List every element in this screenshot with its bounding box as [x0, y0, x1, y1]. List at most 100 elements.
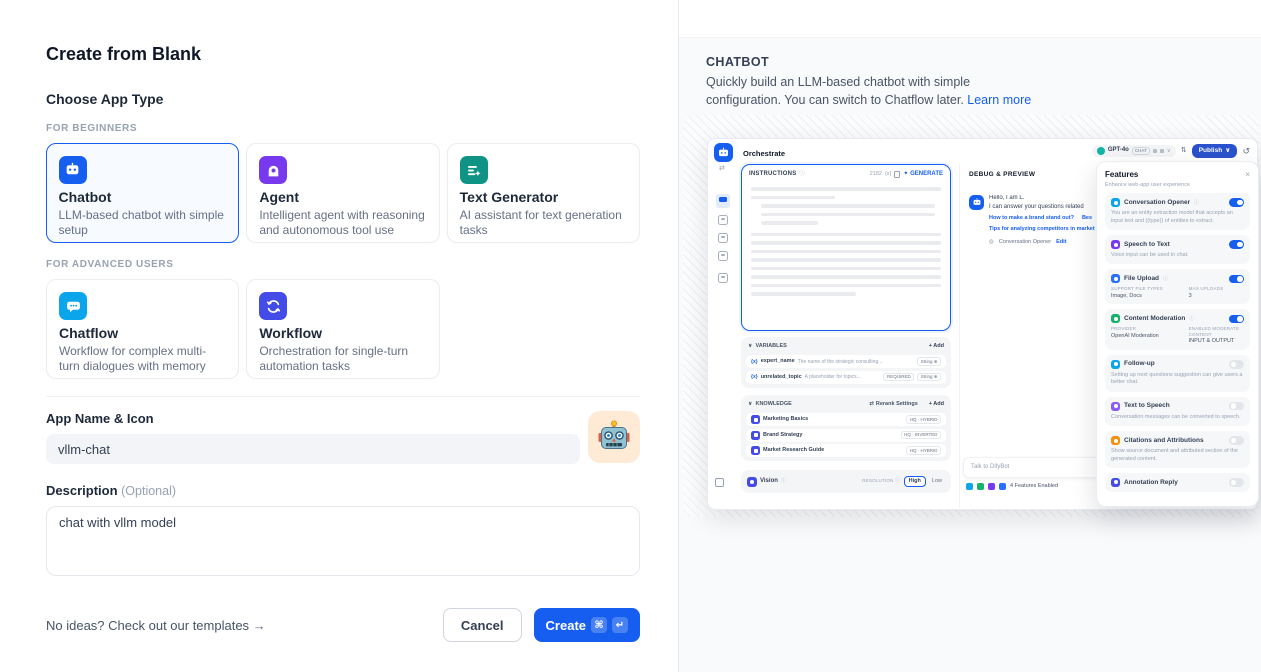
- info-icon: ⓘ: [799, 171, 805, 178]
- chatflow-icon: [59, 292, 87, 320]
- app-type-card-text-generator[interactable]: Text Generator AI assistant for text gen…: [447, 143, 640, 243]
- feature-content-moderation: Content Moderation ⓘ PROVIDEROpenAI Mode…: [1105, 309, 1250, 349]
- info-icon: ⓘ: [895, 478, 901, 484]
- panel-description: Quickly build an LLM-based chatbot with …: [706, 73, 1041, 109]
- app-name-input[interactable]: [46, 434, 580, 464]
- collapse-icon: [715, 478, 724, 487]
- rerank-icon: ⇄: [869, 401, 874, 408]
- toggle: [1229, 275, 1244, 284]
- sidebar-icon: [718, 233, 728, 243]
- chatbot-icon: [59, 156, 87, 184]
- feature-annotation-reply: Annotation Reply: [1105, 473, 1250, 492]
- card-desc: Intelligent agent with reasoning and aut…: [259, 208, 426, 238]
- model-capability-icon: [1153, 149, 1157, 153]
- document-icon: [751, 415, 760, 424]
- rerank-settings-button: ⇄ Rerank Settings: [869, 401, 917, 408]
- app-type-card-workflow[interactable]: Workflow Orchestration for single-turn a…: [246, 279, 439, 379]
- toggle: [1229, 240, 1244, 249]
- toggle: [1229, 360, 1244, 369]
- file-upload-icon: [1111, 274, 1120, 283]
- parameters-icon: ⇅: [1181, 147, 1187, 155]
- close-icon: ×: [1245, 170, 1250, 180]
- model-selector-chip: GPT-4o CHAT ∨: [1092, 145, 1176, 157]
- create-from-blank-modal: Create from Blank Choose App Type FOR BE…: [0, 0, 679, 672]
- preview-toolbar: GPT-4o CHAT ∨ ⇅ Publish∨ ↺: [1092, 144, 1250, 158]
- toggle: [1229, 315, 1244, 324]
- app-type-info-panel: CHATBOT Quickly build an LLM-based chatb…: [679, 0, 1261, 672]
- feature-citations: Citations and Attributions Show source d…: [1105, 431, 1250, 468]
- app-type-card-chatflow[interactable]: Chatflow Workflow for complex multi-turn…: [46, 279, 239, 379]
- publish-button: Publish∨: [1192, 144, 1238, 158]
- sidebar-orchestrate-icon: [716, 194, 730, 208]
- variables-section: ∨ VARIABLES + Add {x} expert_name The na…: [741, 337, 951, 388]
- variable-row: {x} unrelated_topic A placeholder for to…: [746, 371, 946, 384]
- form-divider: [46, 396, 640, 397]
- sidebar-icon: [718, 273, 728, 283]
- app-type-card-agent[interactable]: Agent Intelligent agent with reasoning a…: [246, 143, 439, 243]
- chevron-down-icon: ∨: [748, 343, 752, 350]
- vision-section: Vision ⓘ RESOLUTION ⓘ High Low: [741, 470, 951, 493]
- app-name-row: App Name & Icon: [46, 411, 640, 464]
- card-title: Workflow: [259, 325, 426, 341]
- document-icon: [751, 446, 760, 455]
- generate-button: ✦ GENERATE: [903, 171, 943, 178]
- arrow-right-icon: →: [253, 618, 266, 633]
- model-capability-icon: [1160, 149, 1164, 153]
- app-type-card-chatbot[interactable]: Chatbot LLM-based chatbot with simple se…: [46, 143, 239, 243]
- card-desc: Orchestration for single-turn automation…: [259, 344, 426, 374]
- info-icon: ⓘ: [1163, 276, 1168, 282]
- text-generator-icon: [460, 156, 488, 184]
- preview-page-title: Orchestrate: [743, 149, 785, 158]
- feature-mini-icon: [988, 483, 995, 490]
- add-variable-button: + Add: [929, 343, 944, 350]
- feature-mini-icon: [977, 483, 984, 490]
- conversation-opener-icon: [1111, 198, 1120, 207]
- opener-icon: ◎: [989, 239, 994, 246]
- switch-app-icon: ⇄: [719, 165, 725, 173]
- card-title: Agent: [259, 189, 426, 205]
- feature-mini-icon: [966, 483, 973, 490]
- placeholder-text-lines: [742, 181, 950, 307]
- follow-up-icon: [1111, 360, 1120, 369]
- chevron-down-icon: ∨: [1225, 147, 1230, 155]
- copy-icon: [894, 171, 900, 178]
- feature-conversation-opener: Conversation Opener ⓘ You are an entity …: [1105, 193, 1250, 230]
- feature-follow-up: Follow-up Setting up next questions sugg…: [1105, 355, 1250, 392]
- description-textarea[interactable]: chat with vllm model: [46, 506, 640, 576]
- agent-icon: [259, 156, 287, 184]
- features-panel: Features × Enhance web-app user experien…: [1096, 161, 1259, 507]
- card-desc: AI assistant for text generation tasks: [460, 208, 627, 238]
- features-enabled-row: 4 Features Enabled: [964, 483, 1058, 490]
- sidebar-icon: [718, 251, 728, 261]
- create-button[interactable]: Create ⌘ ↵: [534, 608, 640, 642]
- app-name-label: App Name & Icon: [46, 411, 580, 426]
- feature-file-upload: File Upload ⓘ SUPPORT FILE TYPESImage, D…: [1105, 269, 1250, 304]
- robot-emoji-icon: [596, 419, 632, 455]
- app-icon-picker[interactable]: [588, 411, 640, 463]
- card-title: Chatbot: [59, 189, 227, 205]
- workflow-icon: [259, 292, 287, 320]
- modal-footer: No ideas? Check out our templates → Canc…: [46, 608, 640, 642]
- beginner-app-type-cards: Chatbot LLM-based chatbot with simple se…: [46, 143, 640, 243]
- enter-key-icon: ↵: [612, 617, 628, 633]
- edit-link: Edit: [1056, 239, 1066, 246]
- browse-templates-link[interactable]: No ideas? Check out our templates →: [46, 618, 266, 633]
- knowledge-row: Market Research Guide HQ · HYBRID: [746, 444, 946, 457]
- history-icon: ↺: [1242, 146, 1250, 157]
- annotation-reply-icon: [1111, 478, 1120, 487]
- sidebar-icon: [718, 215, 728, 225]
- cancel-button[interactable]: Cancel: [443, 608, 522, 642]
- card-desc: Workflow for complex multi-turn dialogue…: [59, 344, 226, 374]
- knowledge-row: Marketing Basics HQ · HYBRID: [746, 413, 946, 426]
- variable-token-icon: {x}: [885, 171, 891, 178]
- learn-more-link[interactable]: Learn more: [967, 93, 1031, 107]
- choose-app-type-label: Choose App Type: [46, 91, 640, 107]
- resolution-high-option: High: [904, 476, 926, 488]
- cmd-key-icon: ⌘: [591, 617, 607, 633]
- add-knowledge-button: + Add: [929, 401, 944, 408]
- chat-mode-badge: CHAT: [1132, 147, 1150, 154]
- toggle: [1229, 436, 1244, 445]
- for-advanced-users-label: FOR ADVANCED USERS: [46, 259, 640, 270]
- info-icon: ⓘ: [781, 478, 787, 485]
- knowledge-row: Brand Strategy HQ · INVERTED: [746, 429, 946, 442]
